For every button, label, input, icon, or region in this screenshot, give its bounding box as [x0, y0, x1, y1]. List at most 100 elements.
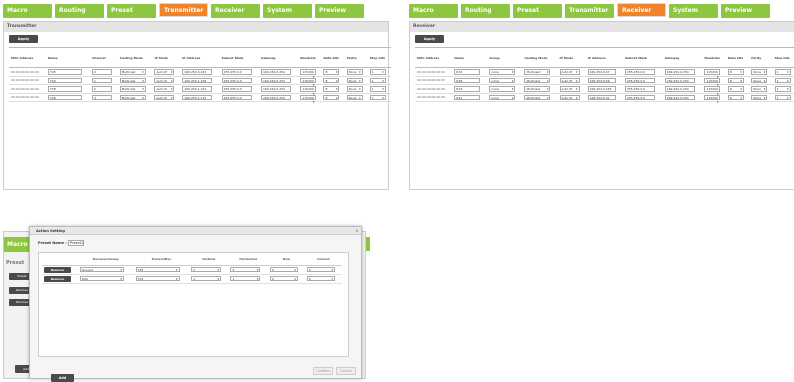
gateway-input[interactable]: 169.254.0.254 — [664, 69, 695, 75]
row-select[interactable]: 0 — [269, 275, 298, 282]
stop-select[interactable]: 1 — [369, 86, 386, 92]
tab-transmitter[interactable]: Transmitter — [159, 3, 208, 17]
parity-select[interactable]: None — [751, 94, 768, 100]
row-select[interactable]: 0 — [269, 266, 298, 273]
channel-input[interactable]: 0 — [91, 69, 112, 75]
tab-preset[interactable]: Preset — [107, 4, 156, 18]
baud-select[interactable]: 115200 — [300, 77, 317, 83]
stop-select[interactable]: 1 — [774, 86, 791, 92]
ip-input[interactable]: 169.254.1.123 — [182, 86, 213, 92]
casting-select[interactable]: Multicast — [119, 94, 146, 100]
column-select[interactable]: 0 — [306, 275, 335, 282]
ip-input[interactable]: 169.254.6.56 — [587, 77, 616, 83]
name-input[interactable]: RX1 — [454, 94, 481, 100]
ip-input[interactable]: 169.254.6.97 — [587, 69, 616, 75]
tab-preview[interactable]: Preview — [315, 4, 364, 18]
gateway-input[interactable]: 169.254.0.254 — [260, 69, 291, 75]
ip-input[interactable]: 169.254.1.115 — [182, 94, 213, 100]
tab-system[interactable]: System — [263, 4, 312, 18]
channel-input[interactable]: 2 — [91, 86, 112, 92]
cancel-button[interactable]: Cancel — [336, 367, 356, 375]
ipmode-select[interactable]: Auto IP — [559, 86, 580, 92]
parity-select[interactable]: None — [751, 77, 768, 83]
ipmode-select[interactable]: Auto IP — [559, 77, 580, 83]
subnet-input[interactable]: 255.255.0.0 — [624, 86, 655, 92]
baud-select[interactable]: 115200 — [704, 77, 721, 83]
subnet-input[interactable]: 255.255.0.0 — [624, 94, 655, 100]
channel-input[interactable]: 3 — [91, 94, 112, 100]
tab-preview[interactable]: Preview — [721, 4, 770, 18]
ipmode-select[interactable]: Auto IP — [154, 86, 175, 92]
subnet-input[interactable]: 255.255.0.0 — [221, 77, 252, 83]
gateway-input[interactable]: 169.254.0.254 — [260, 77, 291, 83]
data-select[interactable]: 8 — [323, 86, 340, 92]
remove-button[interactable]: Remove — [44, 266, 71, 273]
casting-select[interactable]: Multicast — [524, 69, 551, 75]
receiver-select[interactable]: Group4 — [79, 266, 124, 273]
ip-input[interactable]: 169.254.0.254 — [587, 86, 616, 92]
group-select[interactable]: none — [489, 69, 516, 75]
baud-select[interactable]: 115200 — [704, 86, 721, 92]
parity-select[interactable]: None — [346, 94, 363, 100]
stop-select[interactable]: 1 — [369, 94, 386, 100]
channel-input[interactable]: 1 — [91, 77, 112, 83]
casting-select[interactable]: Multicast — [524, 86, 551, 92]
group-select[interactable]: none — [489, 77, 516, 83]
subnet-input[interactable]: 255.255.0.0 — [624, 77, 655, 83]
ip-input[interactable]: 169.254.6.41 — [587, 94, 616, 100]
data-select[interactable]: 8 — [323, 69, 340, 75]
ip-input[interactable]: 169.254.1.108 — [182, 77, 213, 83]
name-input[interactable]: TX9 — [48, 77, 82, 83]
ip-input[interactable]: 169.254.3.123 — [182, 69, 213, 75]
subnet-input[interactable]: 255.255.0.0 — [221, 94, 252, 100]
apply-button[interactable]: Apply — [415, 35, 444, 43]
transmitter-select[interactable]: TX9 — [135, 275, 180, 282]
subnet-input[interactable]: 255.255.0.0 — [624, 69, 655, 75]
ipmode-select[interactable]: Auto IP — [154, 77, 175, 83]
horizontal-select[interactable]: 1 — [230, 275, 261, 282]
parity-select[interactable]: None — [346, 69, 363, 75]
data-select[interactable]: 8 — [323, 77, 340, 83]
gateway-input[interactable]: 169.254.0.254 — [664, 77, 695, 83]
baud-select[interactable]: 115200 — [704, 94, 721, 100]
tab-system[interactable]: System — [669, 4, 718, 18]
tab-preset[interactable]: Preset — [513, 4, 562, 18]
subnet-input[interactable]: 255.255.0.0 — [221, 69, 252, 75]
casting-select[interactable]: Multicast — [119, 77, 146, 83]
casting-select[interactable]: Multicast — [524, 94, 551, 100]
parity-select[interactable]: None — [346, 77, 363, 83]
column-select[interactable]: 0 — [306, 266, 335, 273]
tab-macro[interactable]: Macro — [409, 4, 458, 18]
name-input[interactable]: TX5 — [48, 69, 82, 75]
data-select[interactable]: 8 — [727, 69, 744, 75]
tab-macro[interactable]: Macro — [3, 4, 52, 18]
tab-receiver[interactable]: Receiver — [211, 4, 260, 18]
apply-button[interactable]: Apply — [9, 35, 38, 43]
vertical-select[interactable]: 1 — [191, 275, 222, 282]
transmitter-select[interactable]: TX5 — [135, 266, 180, 273]
name-input[interactable]: TX6 — [48, 94, 82, 100]
group-select[interactable]: none — [489, 94, 516, 100]
stop-select[interactable]: 1 — [774, 77, 791, 83]
ipmode-select[interactable]: Auto IP — [154, 94, 175, 100]
subnet-input[interactable]: 255.255.0.0 — [221, 86, 252, 92]
casting-select[interactable]: Multicast — [119, 86, 146, 92]
data-select[interactable]: 8 — [323, 94, 340, 100]
preset-name-input[interactable]: Preset1 — [67, 240, 84, 246]
parity-select[interactable]: None — [346, 86, 363, 92]
gateway-input[interactable]: 169.254.0.254 — [664, 86, 695, 92]
close-icon[interactable]: x — [356, 228, 358, 233]
name-input[interactable]: RX2 — [454, 69, 481, 75]
data-select[interactable]: 8 — [727, 77, 744, 83]
ipmode-select[interactable]: Auto IP — [559, 94, 580, 100]
stop-select[interactable]: 1 — [369, 69, 386, 75]
tab-routing[interactable]: Routing — [55, 4, 104, 18]
casting-select[interactable]: Multicast — [119, 69, 146, 75]
name-input[interactable]: RX3 — [454, 86, 481, 92]
name-input[interactable]: RX6 — [454, 77, 481, 83]
stop-select[interactable]: 1 — [369, 77, 386, 83]
name-input[interactable]: TX8 — [48, 86, 82, 92]
baud-select[interactable]: 115200 — [704, 69, 721, 75]
tab-routing[interactable]: Routing — [461, 4, 510, 18]
ipmode-select[interactable]: Auto IP — [559, 69, 580, 75]
